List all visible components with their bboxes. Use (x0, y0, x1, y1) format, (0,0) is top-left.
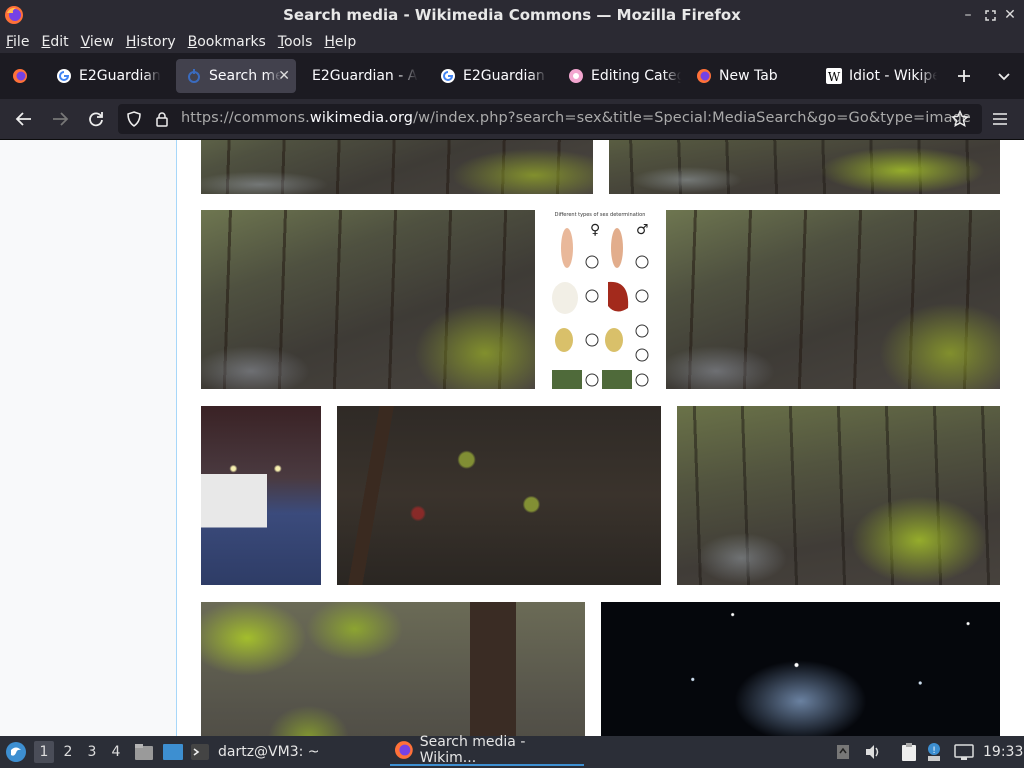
tab-bar: E2Guardian - Access Denied Search media … (0, 53, 1024, 99)
new-tab-plus-icon[interactable] (952, 64, 976, 88)
menu-bookmarks[interactable]: Bookmarks (188, 34, 266, 50)
tab-editing-category[interactable]: Editing Category (558, 59, 684, 93)
image-thumbnail[interactable] (609, 140, 1000, 194)
svg-text:!: ! (932, 746, 936, 756)
menu-edit[interactable]: Edit (41, 34, 68, 50)
close-tab-icon[interactable]: ✕ (278, 68, 290, 84)
hamburger-menu-icon[interactable] (988, 107, 1012, 131)
image-thumbnail-sex-determination-diagram[interactable]: Different types of sex determination ♀ ♂ (550, 210, 650, 389)
image-thumbnail[interactable] (337, 406, 661, 585)
page-sidebar (0, 140, 177, 736)
google-icon (57, 69, 71, 83)
flower-icon (569, 69, 583, 83)
menu-help[interactable]: Help (324, 34, 356, 50)
google-icon (441, 69, 455, 83)
window-title: Search media - Wikimedia Commons — Mozil… (283, 6, 741, 24)
tracking-protection-shield-icon[interactable] (122, 107, 146, 131)
bookmark-star-icon[interactable] (948, 107, 972, 131)
taskbar-terminal[interactable]: dartz@VM3: ~ (190, 736, 380, 768)
image-thumbnail-protest[interactable] (201, 406, 321, 585)
firefox-logo-icon (5, 6, 23, 24)
firefox-icon (13, 69, 27, 83)
image-thumbnail-galaxy[interactable] (601, 602, 1000, 736)
maximize-icon[interactable] (980, 5, 1000, 25)
url-text[interactable]: https://commons.wikimedia.org/w/index.ph… (181, 110, 971, 126)
svg-text:♂: ♂ (636, 222, 649, 238)
tab-search-media[interactable]: Search media ✕ (176, 59, 296, 93)
close-window-icon[interactable]: ✕ (1000, 5, 1020, 25)
firefox-icon (697, 69, 711, 83)
image-thumbnail[interactable] (201, 602, 585, 736)
workspace-4[interactable]: 4 (106, 741, 126, 763)
show-desktop-icon[interactable] (162, 736, 184, 768)
workspace-3[interactable]: 3 (82, 741, 102, 763)
tray-up-arrow-icon[interactable] (836, 736, 850, 768)
taskbar-firefox[interactable]: Search media - Wikim... (390, 734, 584, 766)
url-bar[interactable]: https://commons.wikimedia.org/w/index.ph… (118, 104, 982, 134)
tab-e2guardian-1[interactable]: E2Guardian - Access Denied (46, 59, 166, 93)
wikimedia-commons-icon (188, 69, 200, 83)
forward-arrow-icon[interactable] (48, 107, 72, 131)
workspace-2[interactable]: 2 (58, 741, 78, 763)
tab-e2guardian-2[interactable]: E2Guardian - Access Denied (302, 59, 422, 93)
sex-determination-diagram-icon: ♀ ♂ (552, 222, 649, 389)
svg-text:W: W (828, 70, 841, 84)
lock-icon[interactable] (150, 107, 174, 131)
minimize-icon[interactable]: – (958, 5, 978, 25)
menu-bar: File Edit View History Bookmarks Tools H… (0, 30, 1024, 53)
firefox-view-button[interactable] (2, 59, 38, 93)
file-manager-icon[interactable] (134, 736, 154, 768)
reload-icon[interactable] (84, 107, 108, 131)
navigation-toolbar: https://commons.wikimedia.org/w/index.ph… (0, 99, 1024, 140)
list-tabs-chevron-icon[interactable] (992, 64, 1016, 88)
svg-text:♀: ♀ (590, 222, 600, 238)
image-thumbnail[interactable] (201, 210, 535, 389)
workspace-1[interactable]: 1 (34, 741, 54, 763)
image-thumbnail[interactable] (201, 140, 593, 194)
wikipedia-icon: W (826, 68, 842, 84)
back-arrow-icon[interactable] (12, 107, 36, 131)
notification-icon[interactable]: ! (926, 736, 942, 768)
clipboard-icon[interactable] (900, 736, 918, 768)
menu-view[interactable]: View (81, 34, 114, 50)
network-icon[interactable] (954, 736, 974, 768)
tab-new-tab[interactable]: New Tab (686, 59, 806, 93)
firefox-icon (394, 741, 413, 759)
window-titlebar: Search media - Wikimedia Commons — Mozil… (0, 0, 1024, 30)
tab-e2guardian-3[interactable]: E2Guardian - Access Denied (430, 59, 550, 93)
menu-file[interactable]: File (6, 34, 29, 50)
menu-tools[interactable]: Tools (278, 34, 313, 50)
clock[interactable]: 19:33 (983, 736, 1023, 768)
terminal-icon (191, 744, 209, 760)
tab-idiot-wikipedia[interactable]: W Idiot - Wikipedia (816, 59, 940, 93)
menu-history[interactable]: History (126, 34, 176, 50)
image-thumbnail[interactable] (666, 210, 1000, 389)
volume-icon[interactable] (864, 736, 882, 768)
page-content: Different types of sex determination ♀ ♂ (0, 140, 1024, 736)
taskbar: 1 2 3 4 dartz@VM3: ~ Search media - Wiki… (0, 734, 1024, 768)
image-thumbnail[interactable] (677, 406, 1000, 585)
start-menu-icon[interactable] (5, 736, 27, 768)
